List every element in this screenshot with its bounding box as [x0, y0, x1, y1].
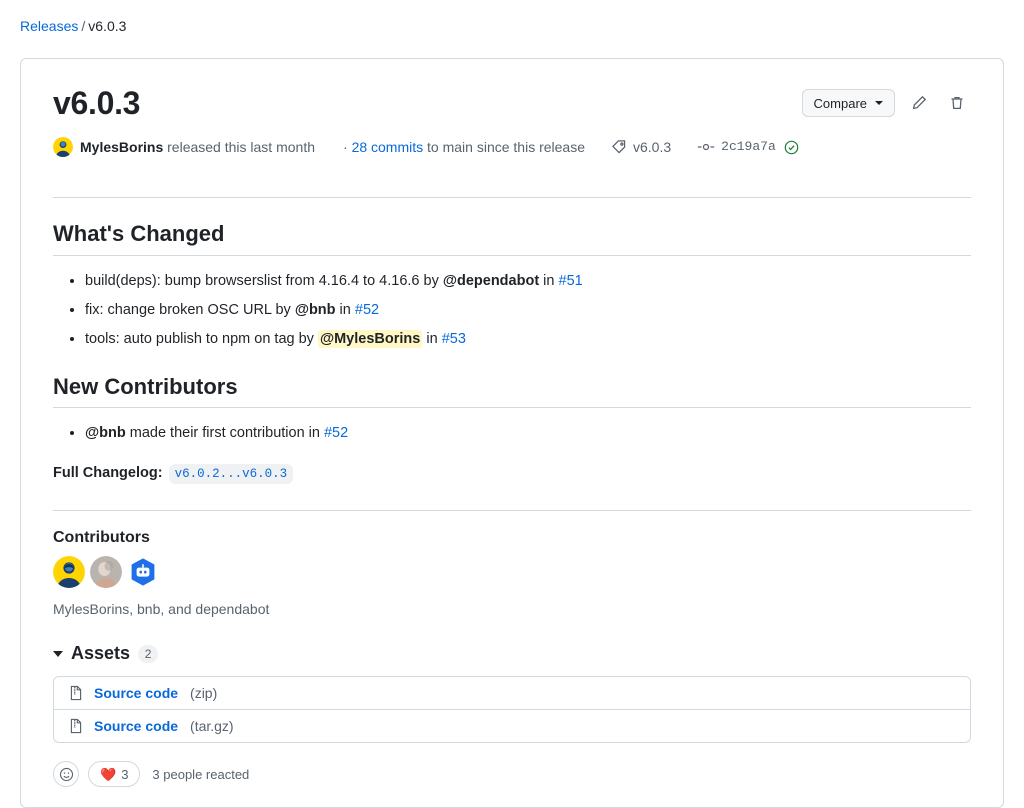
list-item: tools: auto publish to npm on tag by @My…: [85, 328, 971, 350]
list-item: @bnb made their first contribution in #5…: [85, 422, 971, 444]
tag-icon: [611, 139, 627, 155]
release-byline: MylesBorins released this last month · 2…: [53, 137, 971, 157]
asset-extension: (tar.gz): [190, 718, 234, 734]
smiley-icon: [59, 767, 74, 782]
page-title: v6.0.3: [53, 83, 140, 123]
byline-text: MylesBorins released this last month: [80, 137, 315, 157]
delete-release-button[interactable]: [943, 89, 971, 117]
heart-icon: ❤️: [100, 768, 116, 781]
change-text-mid: in: [539, 273, 558, 289]
contribution-text: made their first contribution in: [126, 425, 324, 441]
release-body: What's Changed build(deps): bump browser…: [21, 197, 1003, 511]
file-zip-icon: [68, 685, 84, 701]
assets-list: Source code (zip) Source code (tar.gz): [53, 676, 971, 743]
list-item: build(deps): bump browserslist from 4.16…: [85, 270, 971, 292]
release-author[interactable]: MylesBorins: [80, 139, 163, 155]
commit-icon: [697, 139, 715, 155]
whats-changed-heading: What's Changed: [53, 220, 971, 256]
mention-bnb[interactable]: @bnb: [85, 425, 126, 441]
verified-badge: [784, 140, 799, 155]
breadcrumb: Releases/v6.0.3: [0, 0, 1024, 37]
contributors-heading: Contributors: [53, 529, 971, 547]
avatar-mylesborins-icon: [53, 556, 85, 588]
tag-name: v6.0.3: [633, 137, 671, 157]
asset-name-link[interactable]: Source code: [94, 685, 178, 701]
release-actions: Compare: [802, 83, 971, 117]
release-published-text: released this last month: [167, 139, 315, 155]
asset-extension: (zip): [190, 685, 217, 701]
contributors-names: MylesBorins, bnb, and dependabot: [53, 599, 971, 619]
chevron-down-icon: [875, 101, 883, 105]
avatar-bnb-icon: [90, 556, 122, 588]
title-row: v6.0.3 Compare: [53, 83, 971, 123]
change-text: tools: auto publish to npm on tag by: [85, 331, 318, 347]
commits-suffix: to main since this release: [427, 137, 585, 157]
change-text: build(deps): bump browserslist from 4.16…: [85, 273, 443, 289]
triangle-down-icon: [53, 651, 63, 657]
assets-toggle[interactable]: Assets 2: [53, 643, 971, 664]
avatar-bnb[interactable]: [90, 556, 122, 588]
release-card: v6.0.3 Compare: [20, 58, 1004, 808]
avatar-mylesborins-icon: [53, 137, 73, 157]
pr-link[interactable]: #52: [324, 425, 348, 441]
full-changelog-label: Full Changelog: [53, 465, 158, 481]
new-contributors-list: @bnb made their first contribution in #5…: [53, 422, 971, 444]
asset-row[interactable]: Source code (zip): [54, 677, 970, 710]
tag-meta[interactable]: v6.0.3: [611, 137, 671, 157]
full-changelog-separator: :: [158, 465, 163, 481]
full-changelog-line: Full Changelog: v6.0.2...v6.0.3: [53, 462, 971, 484]
list-item: fix: change broken OSC URL by @bnb in #5…: [85, 299, 971, 321]
mention-dependabot[interactable]: @dependabot: [443, 273, 539, 289]
avatar-dependabot[interactable]: [127, 556, 159, 588]
compare-button-label: Compare: [814, 96, 867, 111]
asset-row[interactable]: Source code (tar.gz): [54, 710, 970, 742]
avatar-dependabot-icon: [127, 556, 159, 588]
contributors-avatars: [53, 556, 971, 588]
check-circle-icon: [784, 140, 799, 155]
body-top-divider: [53, 197, 971, 198]
avatar-mylesborins[interactable]: [53, 556, 85, 588]
commit-meta[interactable]: 2c19a7a: [697, 137, 799, 157]
breadcrumb-separator: /: [81, 18, 85, 34]
commits-meta: · 28 commits to main since this release: [343, 137, 585, 157]
full-changelog-link[interactable]: v6.0.2...v6.0.3: [169, 464, 294, 484]
avatar[interactable]: [53, 137, 73, 157]
pencil-icon: [911, 95, 927, 111]
assets-count-badge: 2: [138, 645, 158, 663]
breadcrumb-current: v6.0.3: [88, 18, 126, 34]
file-zip-icon: [68, 718, 84, 734]
whats-changed-list: build(deps): bump browserslist from 4.16…: [53, 270, 971, 351]
trash-icon: [949, 95, 965, 111]
change-text-mid: in: [336, 302, 355, 318]
reaction-count: 3: [121, 767, 128, 782]
change-text: fix: change broken OSC URL by: [85, 302, 295, 318]
edit-release-button[interactable]: [905, 89, 933, 117]
reactions-bar: ❤️ 3 3 people reacted: [53, 761, 971, 787]
commit-sha: 2c19a7a: [721, 137, 776, 157]
pr-link[interactable]: #53: [442, 331, 466, 347]
commits-link[interactable]: 28 commits: [352, 137, 424, 157]
asset-name-link[interactable]: Source code: [94, 718, 178, 734]
commits-prefix: ·: [343, 137, 348, 157]
mention-mylesborins[interactable]: @MylesBorins: [318, 330, 422, 348]
release-header: v6.0.3 Compare: [21, 59, 1003, 179]
release-footer: Contributors: [21, 511, 1003, 807]
pr-link[interactable]: #51: [559, 273, 583, 289]
assets-heading: Assets: [71, 643, 130, 664]
reaction-heart-pill[interactable]: ❤️ 3: [88, 761, 140, 787]
reactions-summary: 3 people reacted: [152, 767, 249, 782]
change-text-mid: in: [422, 331, 441, 347]
compare-button[interactable]: Compare: [802, 89, 895, 117]
mention-bnb[interactable]: @bnb: [295, 302, 336, 318]
new-contributors-heading: New Contributors: [53, 373, 971, 409]
add-reaction-button[interactable]: [53, 761, 79, 787]
breadcrumb-releases-link[interactable]: Releases: [20, 18, 78, 34]
pr-link[interactable]: #52: [355, 302, 379, 318]
